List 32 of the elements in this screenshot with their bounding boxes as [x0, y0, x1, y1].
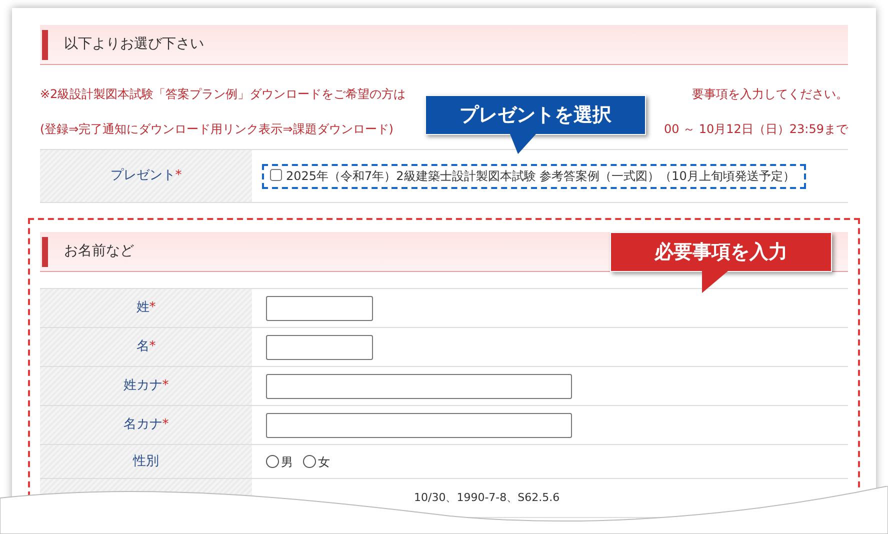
- header-accent: [42, 236, 48, 266]
- radio-button[interactable]: [303, 455, 316, 468]
- field-label: 名: [136, 338, 150, 356]
- field-label: 姓: [136, 299, 150, 318]
- field-label: 姓カナ: [123, 377, 162, 396]
- notice-text: 00 ～ 10月12日（日）23:59まで: [664, 121, 848, 138]
- section-title: 以下よりお選び下さい: [64, 35, 204, 54]
- callout-pointer: [702, 271, 728, 293]
- required-mark: *: [149, 299, 156, 318]
- text-input[interactable]: [266, 334, 373, 360]
- section-title: お名前など: [64, 242, 134, 261]
- field-label: 性別: [133, 452, 159, 471]
- notice-text: (登録⇒完了通知にダウンロード用リンク表示⇒課題ダウンロード): [40, 121, 394, 138]
- radio-label: 男: [281, 454, 293, 470]
- required-mark: *: [162, 377, 169, 396]
- text-input[interactable]: [266, 296, 373, 320]
- required-mark: *: [149, 338, 156, 356]
- notice-text: ※2級設計製図本試験「答案プラン例」ダウンロードをご希望の方は: [40, 86, 406, 103]
- required-mark: *: [175, 167, 182, 186]
- hint-text: 10/30、1990-7-8、S62.5.6: [414, 490, 560, 506]
- option-label: 2025年（令和7年）2級建築士設計製図本試験 参考答案例（一式図）（10月上旬頃発送予定）: [286, 168, 795, 182]
- field-label: 名カナ: [123, 416, 162, 434]
- callout-pointer: [510, 134, 536, 156]
- text-input[interactable]: [266, 374, 572, 398]
- radio-button[interactable]: [266, 455, 279, 468]
- notice-text: 要事項を入力してください。: [692, 86, 848, 103]
- header-accent: [42, 30, 48, 60]
- text-input[interactable]: [266, 412, 572, 438]
- required-mark: *: [162, 416, 169, 434]
- checkbox[interactable]: [270, 168, 282, 180]
- radio-label: 女: [318, 454, 330, 470]
- field-label: プレゼント: [110, 167, 176, 186]
